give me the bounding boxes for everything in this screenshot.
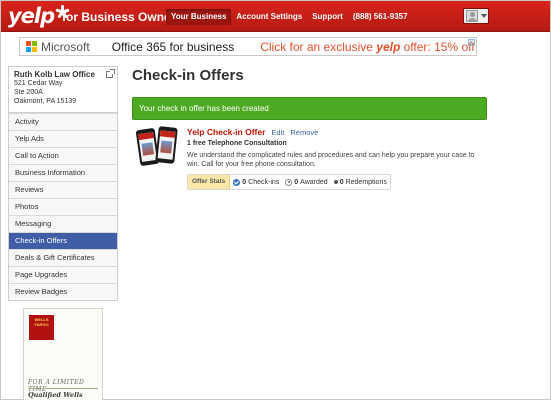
sidebar-item-reviews[interactable]: Reviews — [9, 181, 117, 198]
user-avatar-icon — [466, 10, 478, 22]
address-line1: 521 Cedar Way — [14, 80, 63, 87]
stat-awarded: 0 Awarded — [282, 178, 330, 186]
side-ad-divider — [28, 388, 98, 389]
microsoft-ad-banner[interactable]: Microsoft Office 365 for business Click … — [19, 37, 477, 56]
ad-cta-prefix: Click for an exclusive — [260, 39, 373, 54]
logo-text: yelp — [8, 4, 55, 28]
sidebar-item-business-information[interactable]: Business Information — [9, 164, 117, 181]
sidebar-item-check-in-offers[interactable]: Check-in Offers — [9, 232, 117, 249]
wells-fargo-ad[interactable]: WELLS FARGO FOR A LIMITED TIME Qualified… — [23, 308, 103, 400]
bullet-icon — [333, 180, 338, 184]
sidebar-item-page-upgrades[interactable]: Page Upgrades — [9, 266, 117, 283]
wells-fargo-logo: WELLS FARGO — [29, 315, 54, 340]
check-circle-icon — [233, 178, 241, 186]
sidebar-item-review-badges[interactable]: Review Badges — [9, 283, 117, 300]
yelp-logo[interactable]: yelp — [8, 4, 70, 28]
wf-logo-line2: FARGO — [34, 322, 49, 327]
offer-description: We understand the complicated rules and … — [187, 152, 475, 168]
sidebar-item-yelp-ads[interactable]: Yelp Ads — [9, 130, 117, 147]
ad-cta-suffix: offer: 15% off — [403, 39, 475, 54]
ad-cta-brand: yelp — [376, 39, 401, 54]
side-ad-line2: Qualified Wells Fargo — [28, 391, 83, 400]
phone-right-image — [155, 126, 178, 164]
offer-title-link[interactable]: Yelp Check-in Offer — [187, 127, 265, 137]
success-alert: Your check in offer has been created — [132, 97, 487, 120]
awarded-count: 0 — [294, 178, 299, 186]
checkins-label: Check-ins — [248, 178, 280, 186]
stat-redemptions: 0 Redemptions — [331, 179, 390, 186]
offer-card: Yelp Check-in Offer Edit Remove 1 free T… — [135, 126, 536, 196]
business-card: Ruth Kolb Law Office 521 Cedar Way Ste 2… — [8, 66, 118, 113]
nav-account-settings[interactable]: Account Settings — [231, 9, 307, 25]
sidebar-item-messaging[interactable]: Messaging — [9, 215, 117, 232]
sidebar-menu: Activity Yelp Ads Call to Action Busines… — [8, 113, 118, 301]
sidebar-item-deals-gift-certificates[interactable]: Deals & Gift Certificates — [9, 249, 117, 266]
top-header: yelp for Business Owners Your Business A… — [1, 1, 550, 32]
ad-product: Office 365 for business — [111, 39, 235, 54]
ad-cta: Click for an exclusive yelp offer: 15% o… — [260, 40, 474, 54]
address-line2: Ste 200A — [14, 89, 43, 96]
user-menu-button[interactable] — [463, 8, 489, 24]
external-link-icon[interactable] — [106, 69, 115, 78]
caret-down-icon — [481, 14, 487, 18]
redemptions-count: 0 — [339, 178, 344, 186]
business-name[interactable]: Ruth Kolb Law Office — [14, 70, 112, 79]
stat-checkins: 0 Check-ins — [230, 178, 282, 186]
phones-image — [135, 126, 180, 167]
address-line3: Oakmont, PA 15139 — [14, 98, 77, 105]
offer-title-row: Yelp Check-in Offer Edit Remove — [187, 127, 318, 137]
top-nav: Your Business Account Settings Support (… — [166, 9, 413, 25]
ad-close-icon[interactable]: x — [468, 39, 475, 46]
sidebar-item-photos[interactable]: Photos — [9, 198, 117, 215]
sidebar-item-call-to-action[interactable]: Call to Action — [9, 147, 117, 164]
offer-stats-label: Offer Stats — [188, 175, 231, 189]
checkins-count: 0 — [242, 178, 247, 186]
offer-stats-bar: Offer Stats 0 Check-ins 0 Awarded 0 Rede… — [187, 174, 391, 190]
offer-subtitle: 1 free Telephone Consultation — [187, 140, 287, 147]
award-icon — [285, 178, 293, 186]
business-owners-title: for Business Owners — [62, 10, 183, 24]
microsoft-logo-icon — [26, 41, 37, 52]
remove-link[interactable]: Remove — [290, 128, 318, 137]
awarded-label: Awarded — [300, 178, 328, 186]
redemptions-label: Redemptions — [345, 178, 387, 186]
edit-link[interactable]: Edit — [271, 128, 284, 137]
page-title: Check-in Offers — [132, 67, 244, 84]
support-phone: (888) 561-9357 — [352, 12, 408, 21]
nav-your-business[interactable]: Your Business — [166, 9, 232, 25]
nav-support[interactable]: Support — [307, 9, 348, 25]
ad-brand: Microsoft — [41, 39, 90, 54]
sidebar-item-activity[interactable]: Activity — [9, 113, 117, 130]
